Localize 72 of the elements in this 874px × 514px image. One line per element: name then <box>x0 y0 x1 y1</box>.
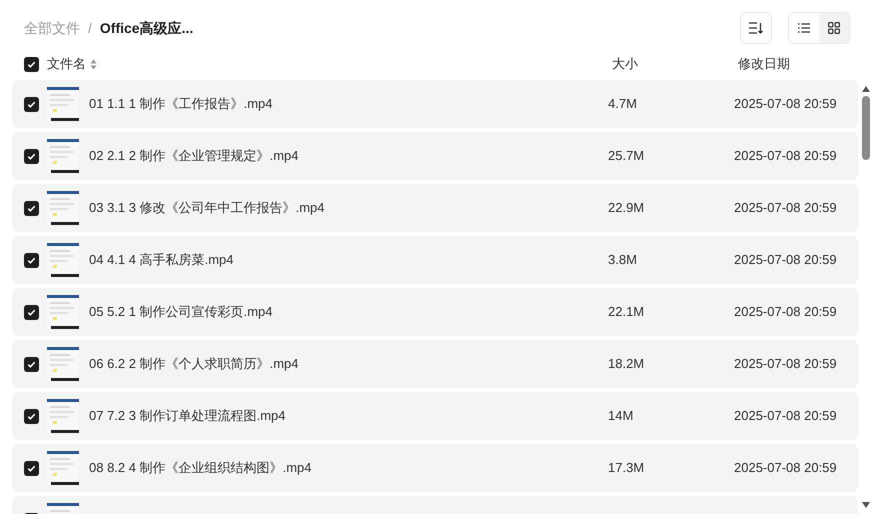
file-row[interactable]: 03 3.1 3 修改《公司年中工作报告》.mp4 22.9M 2025-07-08 20:59 <box>12 184 858 232</box>
file-size: 4.7M <box>608 95 638 114</box>
file-size: 25.7M <box>608 147 646 166</box>
file-size: 22.9M <box>608 199 646 218</box>
check-icon <box>27 308 36 316</box>
check-icon <box>27 360 36 368</box>
check-icon <box>27 464 36 472</box>
check-icon <box>27 204 36 212</box>
breadcrumb-separator: / <box>88 18 92 38</box>
checkbox[interactable] <box>24 304 39 320</box>
check-icon <box>27 412 36 420</box>
video-thumbnail <box>47 243 79 277</box>
video-thumbnail <box>47 295 79 329</box>
video-thumbnail <box>47 451 79 485</box>
file-row[interactable]: 01 1.1 1 制作《工作报告》.mp4 4.7M 2025-07-08 20:59 <box>12 80 858 128</box>
file-name: 01 1.1 1 制作《工作报告》.mp4 <box>89 95 272 114</box>
file-size: 17.3M <box>608 459 646 478</box>
file-row[interactable]: 07 7.2 3 制作订单处理流程图.mp4 14M 2025-07-08 20:59 <box>12 392 858 440</box>
checkbox[interactable] <box>24 148 39 164</box>
video-thumbnail <box>47 191 79 225</box>
check-icon <box>27 100 36 108</box>
sort-icon <box>749 22 763 34</box>
file-name: 04 4.1 4 高手私房菜.mp4 <box>89 251 234 270</box>
modified-date: 2025-07-08 20:59 <box>734 407 838 426</box>
check-icon <box>27 60 36 68</box>
checkbox[interactable] <box>24 56 39 72</box>
file-size: 18.2M <box>608 355 646 374</box>
video-thumbnail <box>47 139 79 173</box>
file-row[interactable]: 02 2.1 2 制作《企业管理规定》.mp4 25.7M 2025-07-08 20:59 <box>12 132 858 180</box>
file-row[interactable]: 04 4.1 4 高手私房菜.mp4 3.8M 2025-07-08 20:59 <box>12 236 858 284</box>
checkbox[interactable] <box>24 252 39 268</box>
modified-date: 2025-07-08 20:59 <box>734 95 838 114</box>
video-thumbnail <box>47 347 79 381</box>
checkbox[interactable] <box>24 408 39 424</box>
checkbox[interactable] <box>24 356 39 372</box>
file-name: 06 6.2 2 制作《个人求职简历》.mp4 <box>89 355 298 374</box>
checkbox[interactable] <box>24 96 39 112</box>
list-icon <box>798 23 810 33</box>
file-name: 02 2.1 2 制作《企业管理规定》.mp4 <box>89 147 298 166</box>
modified-date: 2025-07-08 20:59 <box>734 459 838 478</box>
file-name: 03 3.1 3 修改《公司年中工作报告》.mp4 <box>89 199 324 218</box>
check-icon <box>27 152 36 160</box>
scroll-down-icon[interactable] <box>862 502 870 508</box>
file-name: 05 5.2 1 制作公司宣传彩页.mp4 <box>89 303 272 322</box>
file-row[interactable]: 05 5.2 1 制作公司宣传彩页.mp4 22.1M 2025-07-08 20:59 <box>12 288 858 336</box>
column-header[interactable]: 文件名 <box>47 54 86 74</box>
scrollbar-thumb[interactable] <box>862 96 870 160</box>
video-thumbnail <box>47 87 79 121</box>
modified-date: 2025-07-08 20:59 <box>734 147 838 166</box>
checkbox[interactable] <box>24 200 39 216</box>
modified-date: 2025-07-08 20:59 <box>734 303 838 322</box>
file-name: 07 7.2 3 制作订单处理流程图.mp4 <box>89 407 286 426</box>
sort-button[interactable] <box>740 12 772 44</box>
file-size: 14M <box>608 407 634 426</box>
modified-date: 2025-07-08 20:59 <box>734 251 838 270</box>
scroll-up-icon[interactable] <box>862 86 870 92</box>
video-thumbnail <box>47 399 79 433</box>
modified-date: 2025-07-08 20:59 <box>734 355 838 374</box>
file-size: 22.1M <box>608 303 646 322</box>
modified-date: 2025-07-08 20:59 <box>734 199 838 218</box>
file-size: 3.8M <box>608 251 638 270</box>
file-row[interactable]: 06 6.2 2 制作《个人求职简历》.mp4 18.2M 2025-07-08 20:59 <box>12 340 858 388</box>
sort-arrows-icon[interactable] <box>90 58 97 70</box>
file-name: 08 8.2 4 制作《企业组织结构图》.mp4 <box>89 459 312 478</box>
column-header[interactable]: 修改日期 <box>738 54 874 74</box>
column-header[interactable]: 大小 <box>612 54 738 74</box>
grid-view-button[interactable] <box>819 13 849 43</box>
grid-icon <box>828 22 840 34</box>
breadcrumb-item[interactable]: Office高级应... <box>100 18 194 38</box>
check-icon <box>27 256 36 264</box>
file-row[interactable]: 08 8.2 4 制作《企业组织结构图》.mp4 17.3M 2025-07-08 20:59 <box>12 444 858 492</box>
checkbox[interactable] <box>24 460 39 476</box>
